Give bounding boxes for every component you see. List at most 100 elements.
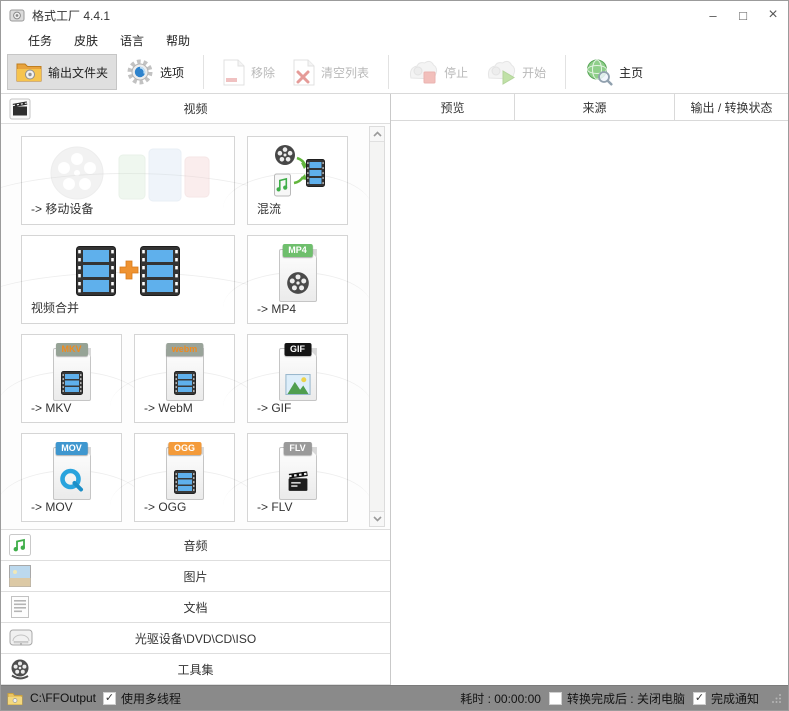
- mux-icon: [248, 143, 347, 199]
- card-mobile-device[interactable]: -> 移动设备: [21, 136, 235, 225]
- clear-list-button[interactable]: 清空列表: [284, 54, 378, 90]
- menu-language[interactable]: 语言: [109, 30, 155, 51]
- category-audio[interactable]: 音频: [1, 530, 390, 561]
- output-folder-small-icon: [7, 692, 23, 705]
- home-label: 主页: [619, 64, 643, 81]
- format-panel: 视频: [1, 94, 391, 685]
- scrollbar-up-button[interactable]: [370, 127, 384, 142]
- format-tag: OGG: [168, 442, 201, 455]
- format-tag: webm: [166, 343, 204, 356]
- status-bar: C:\FFOutput ✓ 使用多线程 耗时 : 00:00:00 转换完成后 …: [1, 685, 788, 710]
- webm-file-icon: webm: [161, 343, 209, 401]
- image-icon: [285, 374, 311, 395]
- chevron-down-icon: [373, 516, 382, 522]
- menu-help[interactable]: 帮助: [155, 30, 201, 51]
- notify-option[interactable]: ✓ 完成通知: [693, 690, 759, 707]
- column-output-status[interactable]: 输出 / 转换状态: [674, 94, 788, 120]
- card-to-ogg[interactable]: OGG -> OGG: [134, 433, 235, 522]
- document-category-label: 文档: [1, 599, 390, 616]
- card-mux[interactable]: 混流: [247, 136, 348, 225]
- disc-device-category-label: 光驱设备\DVD\CD\ISO: [1, 630, 390, 647]
- close-button[interactable]: ×: [758, 1, 788, 29]
- output-folder-button[interactable]: 输出文件夹: [7, 54, 117, 90]
- format-tag: FLV: [283, 442, 311, 455]
- card-to-mp4[interactable]: MP4: [247, 235, 348, 324]
- window-title: 格式工厂 4.4.1: [32, 7, 110, 24]
- card-to-gif[interactable]: GIF -> GIF: [247, 334, 348, 423]
- toolbar-separator: [565, 55, 566, 89]
- scrollbar-track[interactable]: [369, 126, 385, 527]
- card-label: 混流: [257, 200, 281, 217]
- chevron-up-icon: [373, 131, 382, 137]
- remove-button[interactable]: 移除: [214, 54, 284, 90]
- category-video-header[interactable]: 视频: [1, 94, 390, 124]
- card-label: -> GIF: [257, 401, 291, 415]
- category-document[interactable]: 文档: [1, 592, 390, 623]
- clapperboard-icon: [286, 471, 309, 494]
- picture-category-label: 图片: [1, 568, 390, 585]
- video-category-label: 视频: [1, 100, 390, 117]
- remove-label: 移除: [251, 64, 275, 81]
- task-list-body[interactable]: [391, 121, 788, 685]
- category-picture[interactable]: 图片: [1, 561, 390, 592]
- card-label: 视频合并: [31, 299, 79, 316]
- toolset-category-label: 工具集: [1, 661, 390, 678]
- column-source[interactable]: 来源: [514, 94, 674, 120]
- multithread-label: 使用多线程: [121, 690, 181, 707]
- multithread-option[interactable]: ✓ 使用多线程: [103, 690, 181, 707]
- minimize-button[interactable]: –: [698, 1, 728, 29]
- toolbar: 输出文件夹 选项 移除: [1, 51, 788, 93]
- card-label: -> MP4: [257, 302, 296, 316]
- mov-file-icon: MOV: [48, 442, 96, 500]
- format-tag: MKV: [56, 343, 88, 356]
- card-video-merge[interactable]: 视频合并: [21, 235, 235, 324]
- clear-list-label: 清空列表: [321, 64, 369, 81]
- elapsed-time: 耗时 : 00:00:00: [460, 690, 541, 707]
- app-icon: [9, 7, 25, 23]
- options-label: 选项: [160, 64, 184, 81]
- app-window: 格式工厂 4.4.1 – □ × 任务 皮肤 语言 帮助 输出文件夹: [0, 0, 789, 711]
- card-label: -> 移动设备: [31, 200, 93, 217]
- shutdown-after-option[interactable]: 转换完成后 : 关闭电脑: [549, 690, 685, 707]
- start-icon: [486, 59, 516, 86]
- toolbar-separator: [388, 55, 389, 89]
- notify-checkbox[interactable]: ✓: [693, 692, 706, 705]
- menu-skin[interactable]: 皮肤: [63, 30, 109, 51]
- shutdown-checkbox[interactable]: [549, 692, 562, 705]
- menu-bar: 任务 皮肤 语言 帮助: [1, 29, 788, 51]
- toolbar-separator: [203, 55, 204, 89]
- category-disc-device[interactable]: 光驱设备\DVD\CD\ISO: [1, 623, 390, 654]
- output-path[interactable]: C:\FFOutput: [30, 691, 96, 705]
- mp4-file-icon: MP4: [274, 244, 322, 302]
- format-tag: MP4: [282, 244, 313, 257]
- card-label: -> OGG: [144, 500, 186, 514]
- stop-button[interactable]: 停止: [399, 54, 477, 90]
- folder-icon: [16, 61, 42, 83]
- resize-grip[interactable]: [771, 693, 782, 704]
- category-toolset[interactable]: 工具集: [1, 654, 390, 685]
- card-to-mov[interactable]: MOV -> MOV: [21, 433, 122, 522]
- notify-label: 完成通知: [711, 690, 759, 707]
- output-folder-label: 输出文件夹: [48, 64, 108, 81]
- options-button[interactable]: 选项: [117, 54, 193, 90]
- card-to-webm[interactable]: webm -> WebM: [134, 334, 235, 423]
- multithread-checkbox[interactable]: ✓: [103, 692, 116, 705]
- column-preview[interactable]: 预览: [391, 94, 514, 120]
- film-strip-icon: [61, 371, 83, 395]
- remove-page-icon: [223, 59, 245, 86]
- globe-search-icon: [585, 58, 613, 86]
- home-button[interactable]: 主页: [576, 54, 652, 90]
- menu-task[interactable]: 任务: [17, 30, 63, 51]
- start-button[interactable]: 开始: [477, 54, 555, 90]
- card-label: -> MOV: [31, 500, 73, 514]
- card-to-flv[interactable]: FLV -> FLV: [247, 433, 348, 522]
- maximize-button[interactable]: □: [728, 1, 758, 29]
- scrollbar-down-button[interactable]: [370, 511, 384, 526]
- flv-file-icon: FLV: [274, 442, 322, 500]
- film-strip-icon: [174, 470, 196, 494]
- card-label: -> FLV: [257, 500, 292, 514]
- film-strip-icon: [174, 371, 196, 395]
- card-label: -> WebM: [144, 401, 193, 415]
- card-to-mkv[interactable]: MKV -> MKV: [21, 334, 122, 423]
- mobile-device-icon: [22, 143, 234, 205]
